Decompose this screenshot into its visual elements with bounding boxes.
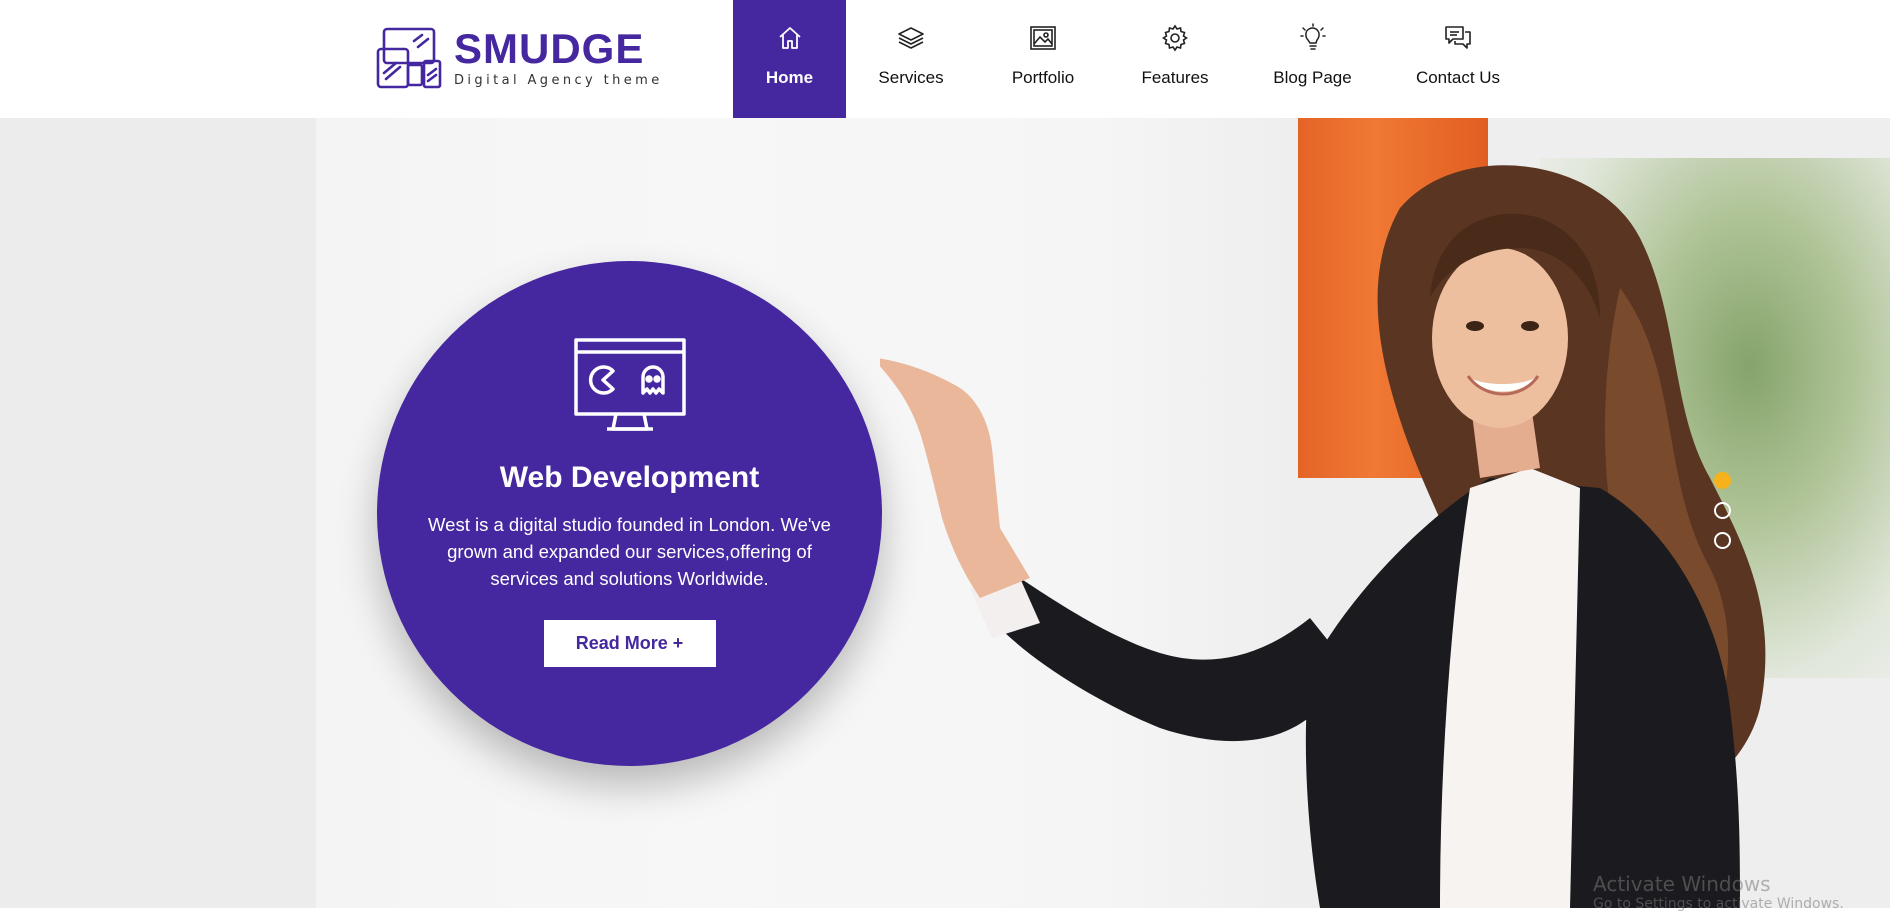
chat-icon — [1443, 22, 1473, 54]
slider-dot-2[interactable] — [1714, 502, 1731, 519]
slider-dot-1[interactable] — [1714, 472, 1731, 489]
nav-label-contact: Contact Us — [1415, 68, 1501, 87]
service-title: Web Development — [499, 461, 760, 494]
service-description: West is a digital studio founded in Lond… — [428, 514, 831, 589]
watermark-subtitle: Go to Settings to activate Windows. — [1593, 896, 1844, 912]
image-icon — [1028, 22, 1058, 54]
main-nav: Home Services Portfolio Features Blog Pa… — [733, 0, 1531, 118]
nav-label-services: Services — [878, 68, 944, 87]
home-icon — [775, 22, 805, 54]
logo[interactable]: SMUDGE Digital Agency theme — [376, 26, 663, 90]
nav-label-portfolio: Portfolio — [1011, 68, 1075, 87]
slider-pagination — [1714, 472, 1732, 562]
nav-item-blog[interactable]: Blog Page — [1240, 0, 1385, 118]
devices-logo-icon — [376, 27, 442, 89]
nav-label-features: Features — [1141, 68, 1209, 87]
nav-item-home[interactable]: Home — [733, 0, 846, 118]
watermark-title: Activate Windows — [1593, 872, 1771, 896]
nav-label-home: Home — [765, 68, 814, 87]
nav-item-contact[interactable]: Contact Us — [1385, 0, 1531, 118]
woman-pointing-photo — [880, 165, 1766, 908]
nav-item-features[interactable]: Features — [1110, 0, 1240, 118]
monitor-game-icon — [573, 338, 686, 431]
nav-item-portfolio[interactable]: Portfolio — [976, 0, 1110, 118]
nav-item-services[interactable]: Services — [846, 0, 976, 118]
service-card: Web Development West is a digital studio… — [377, 261, 882, 766]
gear-icon — [1160, 22, 1190, 54]
logo-name: SMUDGE — [454, 25, 645, 72]
lightbulb-icon — [1298, 22, 1328, 54]
hero-background-wall — [0, 118, 316, 908]
logo-tagline: Digital Agency theme — [454, 73, 663, 88]
slider-dot-3[interactable] — [1714, 532, 1731, 549]
hero-slider: Web Development West is a digital studio… — [0, 118, 1890, 908]
windows-activation-watermark: Activate Windows Go to Settings to activ… — [1593, 872, 1844, 912]
nav-label-blog: Blog Page — [1273, 68, 1352, 87]
site-header: SMUDGE Digital Agency theme Home Service… — [0, 0, 1890, 118]
read-more-button[interactable]: Read More + — [543, 620, 716, 667]
layers-icon — [896, 22, 926, 54]
